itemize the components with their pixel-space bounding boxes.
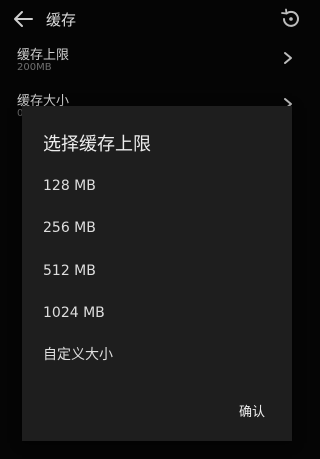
arrow-left-icon[interactable] [12,9,34,29]
setting-cache-limit[interactable]: 缓存上限 200MB [0,40,312,86]
option-512mb[interactable]: 512 MB [43,258,283,284]
cache-limit-dialog: 选择缓存上限 128 MB 256 MB 512 MB 1024 MB 自定义大… [22,106,292,441]
chevron-right-icon [284,52,292,64]
option-custom-size[interactable]: 自定义大小 [43,342,283,368]
restore-icon[interactable] [279,8,301,30]
confirm-button[interactable]: 确认 [228,401,276,425]
setting-value: 200MB [17,62,52,73]
page-title: 缓存 [46,11,77,29]
option-256mb[interactable]: 256 MB [43,215,283,241]
setting-label: 缓存上限 [17,48,70,63]
app-bar: 缓存 [0,0,312,38]
option-128mb[interactable]: 128 MB [43,173,283,199]
option-1024mb[interactable]: 1024 MB [43,300,283,326]
dialog-title: 选择缓存上限 [43,134,151,155]
